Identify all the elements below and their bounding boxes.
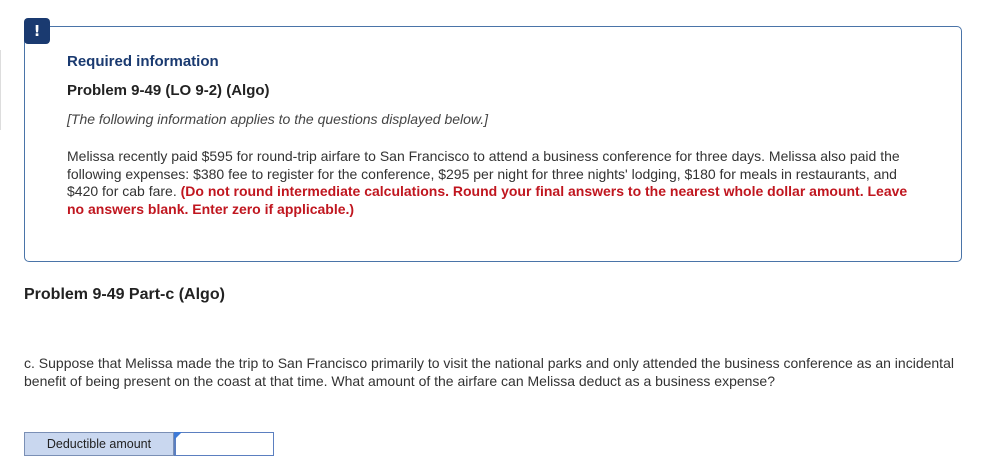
problem-title: Problem 9-49 (LO 9-2) (Algo) <box>67 82 270 99</box>
applies-note: [The following information applies to th… <box>67 111 489 127</box>
rounding-instructions: (Do not round intermediate calculations.… <box>67 183 908 217</box>
required-info-heading: Required information <box>67 53 219 70</box>
exclamation-icon: ! <box>24 18 50 44</box>
deductible-amount-label: Deductible amount <box>24 432 174 456</box>
answer-row: Deductible amount <box>24 432 274 456</box>
part-title: Problem 9-49 Part-c (Algo) <box>24 286 225 303</box>
required-info-panel: Required information Problem 9-49 (LO 9-… <box>24 26 962 262</box>
page: Required information Problem 9-49 (LO 9-… <box>0 0 1002 471</box>
scenario-text: Melissa recently paid $595 for round-tri… <box>67 148 927 218</box>
answer-field-wrapper <box>174 432 274 456</box>
divider <box>0 50 1 130</box>
deductible-amount-input[interactable] <box>174 432 274 456</box>
question-text: c. Suppose that Melissa made the trip to… <box>24 355 954 389</box>
input-corner-marker-icon <box>174 432 182 440</box>
